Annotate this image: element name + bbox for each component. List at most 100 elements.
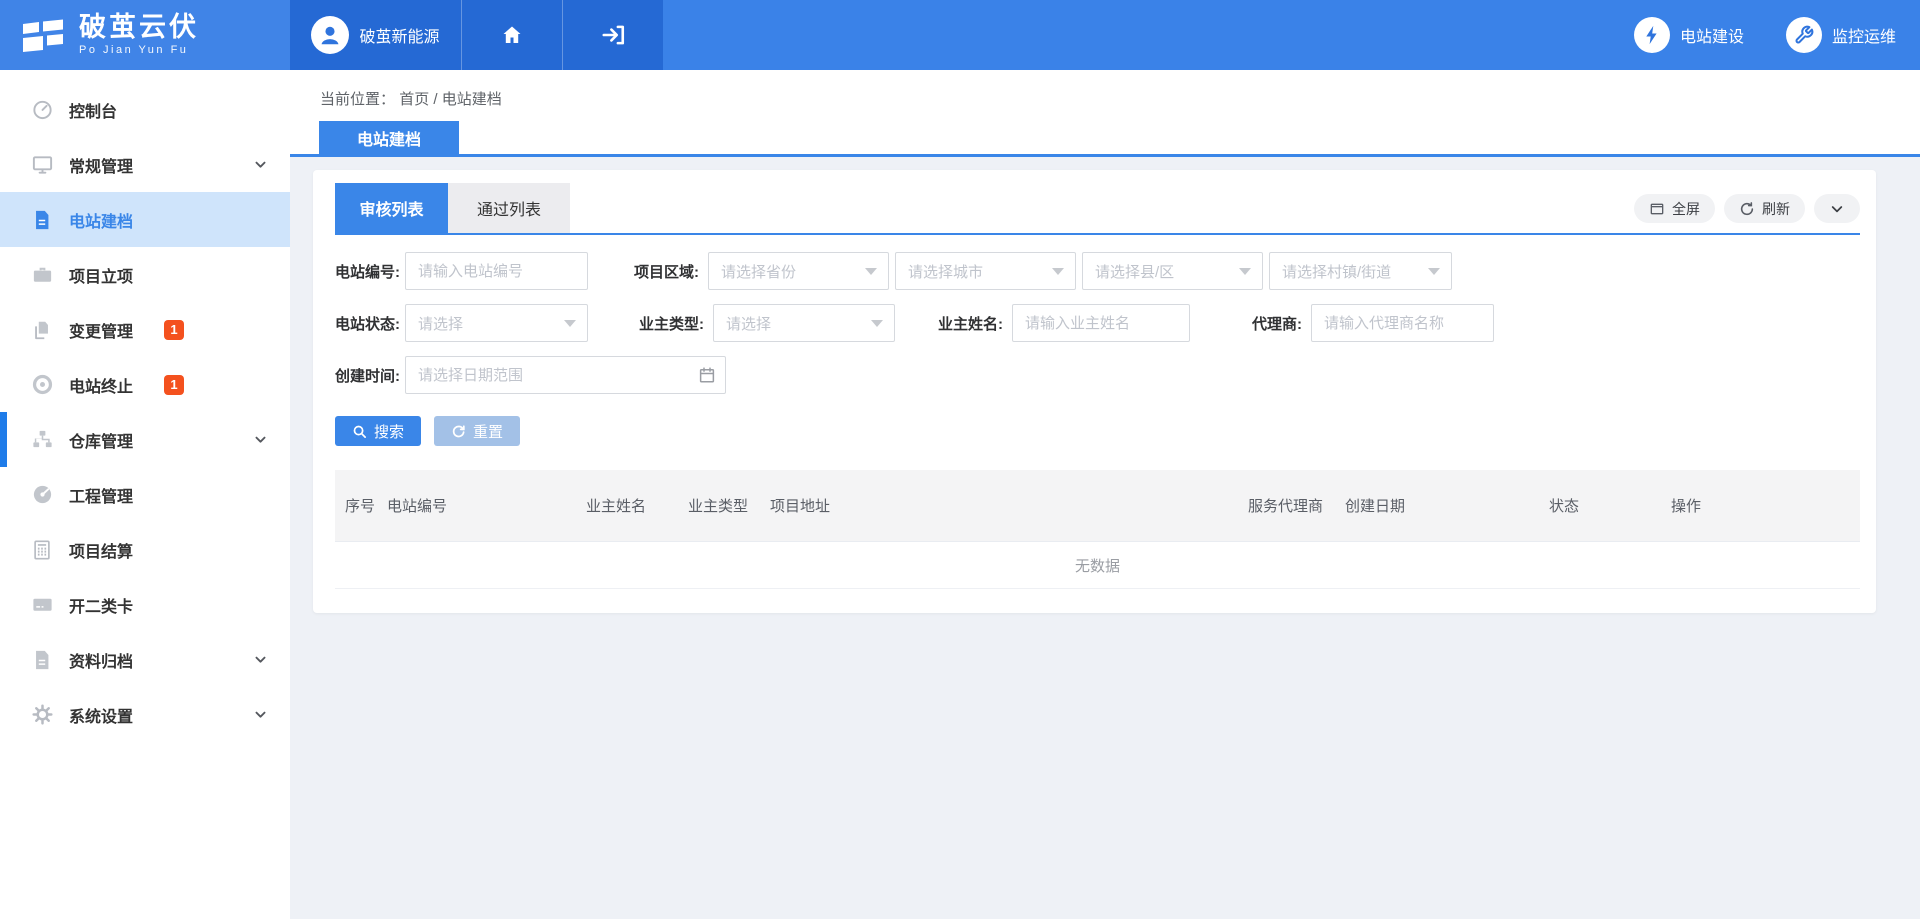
collapse-button[interactable] [1814,194,1860,223]
main-content: 当前位置： 首页 / 电站建档 电站建档 审核列表 通过列表 [290,70,1920,919]
station-no-label: 电站编号: [335,261,405,282]
breadcrumb-prefix: 当前位置： [320,91,395,108]
refresh-button[interactable]: 刷新 [1724,194,1805,223]
list-card: 审核列表 通过列表 全屏 刷新 [313,170,1876,613]
module-label: 监控运维 [1832,23,1896,47]
caret-down-icon [865,268,877,275]
sidebar-item-label: 仓库管理 [69,428,133,452]
province-select[interactable]: 请选择省份 [708,252,889,290]
col-project-address: 项目地址 [770,495,1248,516]
logout-icon [600,22,626,48]
card-toolbar: 全屏 刷新 [1634,194,1860,223]
col-actions: 操作 [1671,495,1860,516]
sidebar-item-open-class2-card[interactable]: 开二类卡 [0,577,290,632]
user-avatar [311,16,349,54]
fullscreen-label: 全屏 [1672,199,1700,219]
page-tab-station-filing[interactable]: 电站建档 [319,121,459,154]
search-label: 搜索 [374,421,404,442]
sidebar-item-engineering-mgmt[interactable]: 工程管理 [0,467,290,522]
breadcrumb: 当前位置： 首页 / 电站建档 [320,88,1920,109]
monitor-icon [30,153,54,176]
reset-button[interactable]: 重置 [434,416,520,446]
county-placeholder: 请选择县/区 [1095,261,1174,282]
chevron-down-icon [1829,201,1845,217]
brand-title: 破茧云伏 [79,14,199,41]
logout-button[interactable] [562,0,663,70]
city-select[interactable]: 请选择城市 [895,252,1076,290]
sidebar-item-system-settings[interactable]: 系统设置 [0,687,290,742]
filter-row-2: 电站状态: 请选择 业主类型: 请选择 业主姓名: 代理商: [335,304,1860,342]
agent-input[interactable] [1311,304,1494,342]
briefcase-icon [30,263,54,286]
user-menu[interactable]: 破茧新能源 [290,0,461,70]
station-status-select[interactable]: 请选择 [405,304,588,342]
empty-state: 无数据 [335,542,1860,589]
sidebar-item-label: 资料归档 [69,648,133,672]
home-icon [500,23,524,47]
sidebar-item-project-initiation[interactable]: 项目立项 [0,247,290,302]
gear-icon [30,703,54,726]
card-icon [30,593,54,616]
town-placeholder: 请选择村镇/街道 [1282,261,1391,282]
owner-name-input[interactable] [1012,304,1190,342]
sidebar-item-general-mgmt[interactable]: 常规管理 [0,137,290,192]
sidebar-item-console[interactable]: 控制台 [0,82,290,137]
owner-type-placeholder: 请选择 [726,313,771,334]
breadcrumb-separator: / [433,91,437,108]
archive-icon [30,649,54,671]
reset-icon [451,424,466,439]
date-range-input[interactable] [405,356,726,394]
breadcrumb-current: 电站建档 [442,91,502,108]
notification-badge: 1 [164,320,184,340]
sidebar-item-change-mgmt[interactable]: 变更管理 1 [0,302,290,357]
search-icon [352,424,367,439]
sidebar-item-label: 电站终止 [69,373,133,397]
calculator-icon [30,539,54,561]
tab-review-list[interactable]: 审核列表 [335,183,448,233]
sidebar-item-label: 项目结算 [69,538,133,562]
breadcrumb-home-link[interactable]: 首页 [399,91,429,108]
sidebar-item-label: 控制台 [69,98,117,122]
agent-label: 代理商: [1190,313,1311,334]
station-status-placeholder: 请选择 [418,313,463,334]
calendar-icon[interactable] [698,366,716,384]
gauge-icon [30,98,54,121]
sidebar-item-station-filing[interactable]: 电站建档 [0,192,290,247]
col-owner-type: 业主类型 [688,495,770,516]
dashboard-icon [30,483,54,506]
card-tabbar: 审核列表 通过列表 全屏 刷新 [335,183,1860,235]
sidebar-item-label: 电站建档 [69,208,133,232]
sidebar-item-label: 常规管理 [69,153,133,177]
person-icon [317,22,343,48]
county-select[interactable]: 请选择县/区 [1082,252,1263,290]
refresh-icon [1739,201,1755,217]
breadcrumb-bar: 当前位置： 首页 / 电站建档 电站建档 [290,70,1920,157]
sidebar-item-station-termination[interactable]: 电站终止 1 [0,357,290,412]
sidebar-item-data-archive[interactable]: 资料归档 [0,632,290,687]
module-monitor-ops[interactable]: 监控运维 [1786,17,1896,53]
station-status-label: 电站状态: [335,313,405,334]
sidebar-item-label: 项目立项 [69,263,133,287]
sidebar-item-project-settlement[interactable]: 项目结算 [0,522,290,577]
province-placeholder: 请选择省份 [721,261,796,282]
filter-row-3: 创建时间: [335,356,1860,394]
module-station-build[interactable]: 电站建设 [1634,17,1744,53]
col-service-agent: 服务代理商 [1248,495,1345,516]
owner-type-select[interactable]: 请选择 [713,304,895,342]
home-button[interactable] [461,0,562,70]
fullscreen-button[interactable]: 全屏 [1634,194,1715,223]
caret-down-icon [1052,268,1064,275]
brand-subtitle: Po Jian Yun Fu [79,45,199,56]
owner-name-label: 业主姓名: [895,313,1012,334]
tab-passed-list[interactable]: 通过列表 [448,183,570,233]
wrench-icon [1786,17,1822,53]
search-button[interactable]: 搜索 [335,416,421,446]
col-station-no: 电站编号 [387,495,586,516]
town-select[interactable]: 请选择村镇/街道 [1269,252,1452,290]
sidebar-item-warehouse-mgmt[interactable]: 仓库管理 [0,412,290,467]
app-root: 破茧云伏 Po Jian Yun Fu 破茧新能源 [0,0,1920,919]
sidebar-item-label: 工程管理 [69,483,133,507]
station-no-input[interactable] [405,252,588,290]
region-label: 项目区域: [588,261,708,282]
col-index: 序号 [345,495,387,516]
